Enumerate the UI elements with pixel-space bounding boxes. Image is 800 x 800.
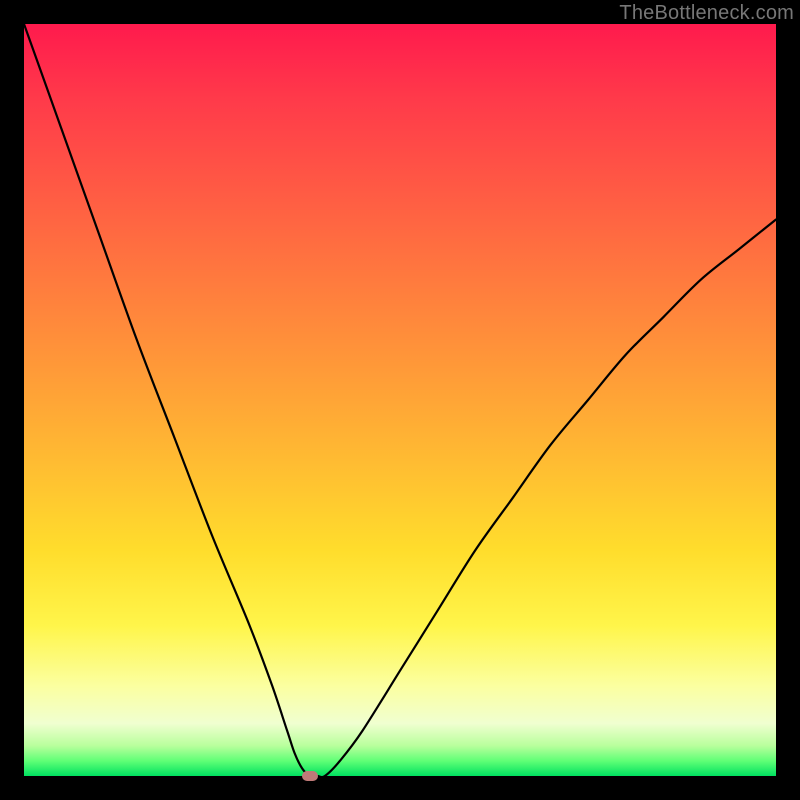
watermark-text: TheBottleneck.com xyxy=(619,2,794,25)
bottleneck-curve xyxy=(24,24,776,776)
plot-area xyxy=(24,24,776,776)
optimal-marker xyxy=(302,771,318,781)
chart-frame: TheBottleneck.com xyxy=(0,0,800,800)
